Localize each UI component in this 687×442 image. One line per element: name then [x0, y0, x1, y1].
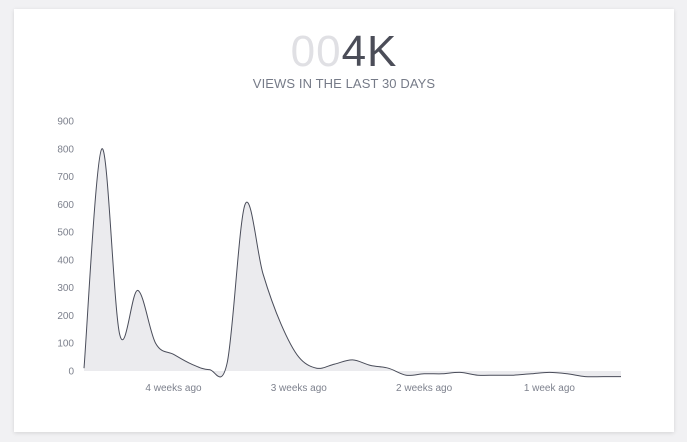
- y-tick-label: 100: [57, 339, 74, 350]
- x-tick-label: 1 week ago: [524, 383, 576, 394]
- views-series-line: [83, 148, 621, 378]
- y-tick-label: 300: [57, 283, 74, 294]
- x-tick-label: 4 weeks ago: [145, 383, 202, 394]
- y-tick-label: 500: [57, 228, 74, 239]
- y-tick-label: 400: [57, 255, 74, 266]
- views-area-fill: [84, 148, 621, 377]
- x-axis-ticks: 4 weeks ago 3 weeks ago 2 weeks ago 1 week …: [145, 383, 575, 394]
- y-axis-ticks: 0 100 200 300 400 500 600 700 800 900: [57, 117, 74, 378]
- x-tick-label: 2 weeks ago: [396, 383, 453, 394]
- y-tick-label: 700: [57, 172, 74, 183]
- y-tick-label: 200: [57, 311, 74, 322]
- views-area-chart: 0 100 200 300 400 500 600 700 800 900 4 weeks ago…: [57, 117, 621, 394]
- y-tick-label: 800: [57, 144, 74, 155]
- y-tick-label: 900: [57, 117, 74, 128]
- y-tick-label: 0: [68, 367, 74, 378]
- y-tick-label: 600: [57, 200, 74, 211]
- views-widget-card: 004K VIEWS IN THE LAST 30 DAYS 0 100 200 30…: [14, 9, 674, 432]
- x-tick-label: 3 weeks ago: [271, 383, 328, 394]
